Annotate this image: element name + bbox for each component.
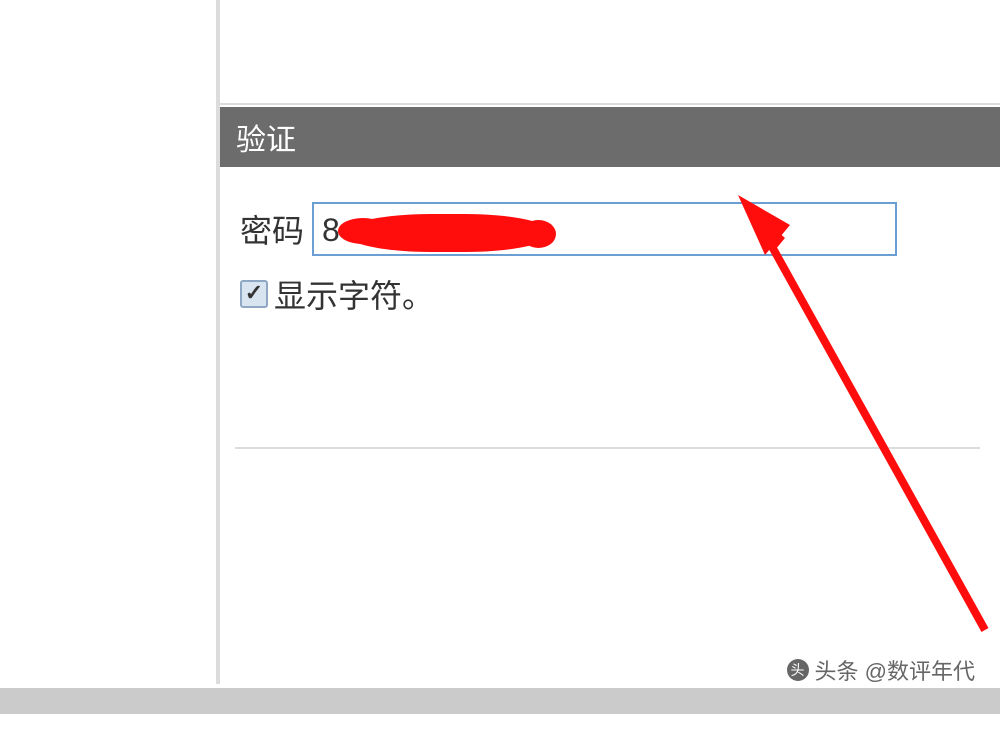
redaction-overlay — [344, 214, 552, 252]
watermark: 头 头条 @数评年代 — [787, 654, 975, 686]
section-title: 验证 — [220, 107, 1000, 167]
password-input[interactable]: 8 — [312, 202, 897, 256]
password-label: 密码 — [240, 206, 304, 252]
show-chars-checkbox[interactable]: ✓ — [240, 280, 268, 308]
watermark-icon: 头 — [787, 659, 809, 681]
check-icon: ✓ — [245, 280, 263, 306]
bottom-bar — [0, 684, 1000, 714]
left-panel — [0, 0, 220, 685]
divider — [235, 447, 980, 449]
watermark-text: 头条 @数评年代 — [815, 654, 975, 686]
right-panel: 验证 密码 8 ✓ 显示字符。 — [220, 0, 1000, 685]
show-chars-label: 显示字符。 — [274, 271, 434, 317]
